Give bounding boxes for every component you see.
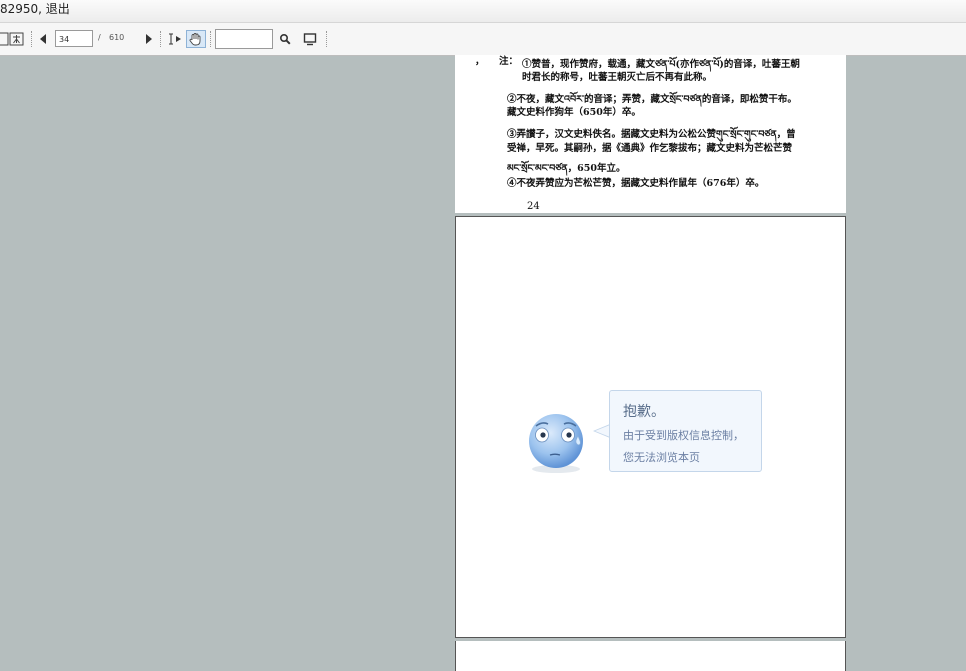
next-page-icon[interactable] xyxy=(146,34,152,44)
document-page-34: ， 注： ①赞普，现作赞府，载通，藏文ཙན་པོ(亦作ཙན་པོ)的音译，吐蕃王… xyxy=(455,55,846,213)
toolbar-separator xyxy=(326,31,327,47)
page-number-input[interactable]: 34 xyxy=(55,30,93,47)
toolbar-separator xyxy=(31,31,32,47)
toolbar-separator xyxy=(160,31,161,47)
page-number-label: 24 xyxy=(527,201,540,212)
total-pages: 610 xyxy=(109,33,125,42)
notice-line-2: 您无法浏览本页 xyxy=(623,451,700,464)
text-select-icon[interactable] xyxy=(166,31,182,47)
bubble-tail-inner xyxy=(595,425,610,437)
notice-title: 抱歉。 xyxy=(623,404,665,420)
top-bar: 82950, 退出 xyxy=(0,0,966,23)
fullscreen-icon[interactable] xyxy=(302,31,318,47)
page-separator: / xyxy=(98,33,101,42)
hand-tool-icon xyxy=(187,32,205,51)
restricted-page: 抱歉。 由于受到版权信息控制， 您无法浏览本页 xyxy=(455,216,846,638)
user-logout-text[interactable]: 82950, 退出 xyxy=(0,0,70,18)
sad-face-icon xyxy=(522,407,590,475)
note-line-8: ④不夜弄赞应为芒松芒赞，据藏文史料作鼠年（676年）卒。 xyxy=(507,178,765,189)
search-input[interactable] xyxy=(215,29,273,49)
prev-page-icon[interactable] xyxy=(40,34,46,44)
reader-toolbar: 34 / 610 xyxy=(0,23,966,56)
note-prefix: ， xyxy=(475,56,485,67)
toolbar-separator xyxy=(210,31,211,47)
hand-tool-button[interactable] xyxy=(186,30,206,48)
note-line-6: 受禅，早死。其嗣孙，据《通典》作乞黎拔布；藏文史料为芒松芒赞 xyxy=(507,143,793,154)
copyright-notice-bubble: 抱歉。 由于受到版权信息控制， 您无法浏览本页 xyxy=(609,390,762,472)
search-icon[interactable] xyxy=(277,31,293,47)
notice-line-1: 由于受到版权信息控制， xyxy=(623,429,744,442)
note-label: 注： xyxy=(499,56,519,67)
note-line-4: 藏文史料作狗年（650年）卒。 xyxy=(507,107,641,118)
note-line-2: 时君长的称号，吐蕃王朝灭亡后不再有此称。 xyxy=(522,72,713,83)
zoom-icon[interactable] xyxy=(9,31,25,47)
next-page-preview xyxy=(455,641,846,671)
